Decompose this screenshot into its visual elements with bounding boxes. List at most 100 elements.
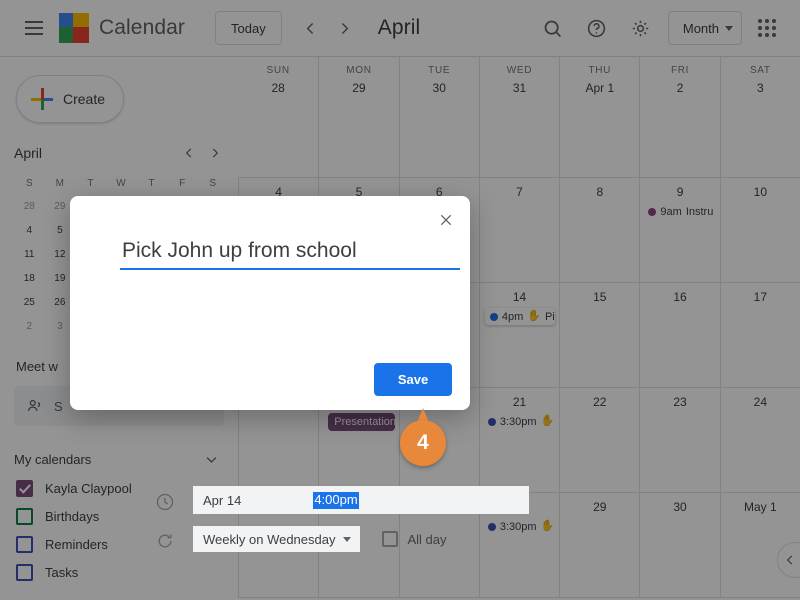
calendar-day-cell[interactable]: 21 3:30pm ✋ — [478, 388, 560, 493]
mini-next-icon[interactable] — [202, 140, 228, 166]
calendar-day-cell[interactable]: SAT 3 — [719, 57, 800, 178]
calendar-day-cell[interactable]: 10 — [719, 178, 800, 283]
calendar-day-number[interactable]: 9 — [640, 180, 719, 199]
mini-dow-label: M — [55, 178, 65, 189]
calendar-day-cell[interactable]: WED 31 — [478, 57, 560, 178]
step-annotation-marker: 4 — [400, 408, 446, 466]
calendar-day-cell[interactable]: FRI 2 — [639, 57, 720, 178]
chevron-right-icon[interactable] — [328, 11, 362, 45]
calendar-day-cell[interactable]: 16 — [639, 283, 720, 388]
calendar-day-cell[interactable]: THU Apr 1 — [559, 57, 640, 178]
calendar-day-number[interactable]: 29 — [319, 76, 398, 95]
calendar-day-number[interactable]: 30 — [640, 495, 719, 514]
calendar-day-cell[interactable]: 30 — [639, 493, 720, 598]
mini-day-cell[interactable]: 11 — [14, 243, 45, 267]
close-icon[interactable] — [430, 204, 462, 236]
calendar-event-title: Presentation — [334, 416, 395, 428]
calendar-day-number[interactable]: 7 — [480, 180, 559, 199]
calendar-day-number[interactable]: 3 — [721, 76, 800, 95]
view-selector[interactable]: Month — [667, 11, 742, 45]
calendar-day-number[interactable]: 24 — [721, 390, 800, 409]
calendar-event[interactable]: 4pm ✋ Pi — [484, 308, 556, 325]
cursor-icon: ✋ — [540, 520, 555, 532]
calendar-logo-icon[interactable]: 1 — [58, 12, 90, 44]
mini-day-cell[interactable]: 25 — [14, 291, 45, 315]
calendar-event-time: 3:30pm — [499, 520, 537, 533]
calendar-checkbox[interactable] — [16, 535, 33, 553]
mini-day-cell[interactable]: 2 — [14, 315, 45, 339]
my-calendars-title: My calendars — [14, 451, 92, 467]
create-button[interactable]: Create — [16, 75, 124, 123]
calendar-day-cell[interactable]: 8 — [559, 178, 640, 283]
calendar-day-number[interactable]: 22 — [560, 390, 639, 409]
mini-day-cell[interactable]: 28 — [14, 195, 45, 219]
mini-dow-label: T — [148, 178, 155, 189]
mini-day-cell[interactable]: 18 — [14, 267, 45, 291]
calendar-day-number[interactable]: 8 — [560, 180, 639, 199]
my-calendars-header[interactable]: My calendars — [14, 444, 224, 474]
calendar-day-number[interactable]: 23 — [640, 390, 719, 409]
help-icon[interactable] — [578, 9, 616, 47]
event-when-row: Apr 14 4:00pm — [193, 486, 529, 514]
apps-grid-icon[interactable] — [748, 9, 786, 47]
month-navigation — [294, 11, 362, 45]
mini-dow-label: T — [87, 178, 94, 189]
calendar-event[interactable]: 9am Instru — [646, 203, 715, 220]
all-day-checkbox[interactable]: All day — [382, 531, 447, 547]
hamburger-icon[interactable] — [14, 8, 54, 48]
calendar-day-cell[interactable]: 24 — [719, 388, 800, 493]
calendar-event-title: Instru — [685, 205, 714, 218]
calendar-day-cell[interactable]: 17 — [719, 283, 800, 388]
calendar-day-number[interactable]: May 1 — [721, 495, 800, 514]
calendar-day-number[interactable]: 10 — [721, 180, 800, 199]
calendar-checkbox[interactable] — [16, 563, 33, 581]
calendar-event[interactable]: 3:30pm ✋ — [486, 413, 555, 430]
event-time-field[interactable]: 4:00pm — [313, 491, 359, 509]
calendar-day-number[interactable]: 2 — [640, 76, 719, 95]
recurrence-select-label: Weekly on Wednesday — [203, 531, 336, 547]
event-color-dot — [487, 417, 496, 426]
calendar-day-number[interactable]: 15 — [560, 285, 639, 304]
calendar-checkbox[interactable] — [16, 479, 33, 497]
all-day-label: All day — [407, 531, 447, 547]
calendar-day-cell[interactable]: 15 — [559, 283, 640, 388]
mini-prev-icon[interactable] — [176, 140, 202, 166]
calendar-day-number[interactable]: 31 — [480, 76, 559, 95]
calendar-day-number[interactable]: 30 — [400, 76, 479, 95]
recurrence-select[interactable]: Weekly on Wednesday — [193, 526, 361, 552]
calendar-day-cell[interactable]: MON 29 — [318, 57, 399, 178]
calendar-day-cell[interactable]: 29 — [559, 493, 640, 598]
calendar-day-number[interactable]: 28 — [238, 76, 318, 95]
calendar-event-title: Pi — [544, 310, 555, 323]
step-annotation-number: 4 — [417, 431, 429, 454]
event-color-dot — [489, 312, 498, 321]
search-icon[interactable] — [534, 9, 572, 47]
mini-day-cell[interactable]: 4 — [14, 219, 45, 243]
mini-calendar-nav — [176, 140, 228, 166]
gear-icon[interactable] — [622, 9, 660, 47]
event-date-field[interactable]: Apr 14 — [193, 493, 251, 508]
calendar-day-cell[interactable]: SUN 28 — [238, 57, 319, 178]
calendar-day-number[interactable]: 14 — [480, 285, 559, 304]
calendar-event[interactable]: Presentation — [328, 413, 395, 431]
event-title-input[interactable] — [120, 236, 460, 270]
today-button[interactable]: Today — [215, 11, 282, 45]
my-calendars-section: My calendars Kayla Claypool Birthdays Remi… — [0, 444, 238, 586]
calendar-checkbox[interactable] — [16, 507, 33, 525]
calendar-event[interactable]: 3:30pm ✋ — [486, 518, 555, 535]
calendar-day-cell[interactable]: 14 4pm ✋ Pi — [478, 283, 560, 388]
save-button[interactable]: Save — [374, 363, 452, 396]
calendar-day-cell[interactable]: 9 9am Instru — [639, 178, 720, 283]
calendar-day-number[interactable]: 17 — [721, 285, 800, 304]
calendar-day-number[interactable]: 29 — [560, 495, 639, 514]
calendar-day-cell[interactable]: 22 — [559, 388, 640, 493]
calendar-day-cell[interactable]: 7 — [478, 178, 560, 283]
calendar-day-cell[interactable]: 23 — [639, 388, 720, 493]
calendar-day-number[interactable]: Apr 1 — [560, 76, 639, 95]
calendar-day-number[interactable]: 16 — [640, 285, 719, 304]
calendar-day-cell[interactable]: TUE 30 — [398, 57, 479, 178]
chevron-down-icon[interactable] — [198, 446, 224, 472]
chevron-left-icon[interactable] — [294, 11, 328, 45]
calendar-list-item[interactable]: Tasks — [14, 558, 224, 586]
calendar-day-number[interactable]: 21 — [480, 390, 559, 409]
